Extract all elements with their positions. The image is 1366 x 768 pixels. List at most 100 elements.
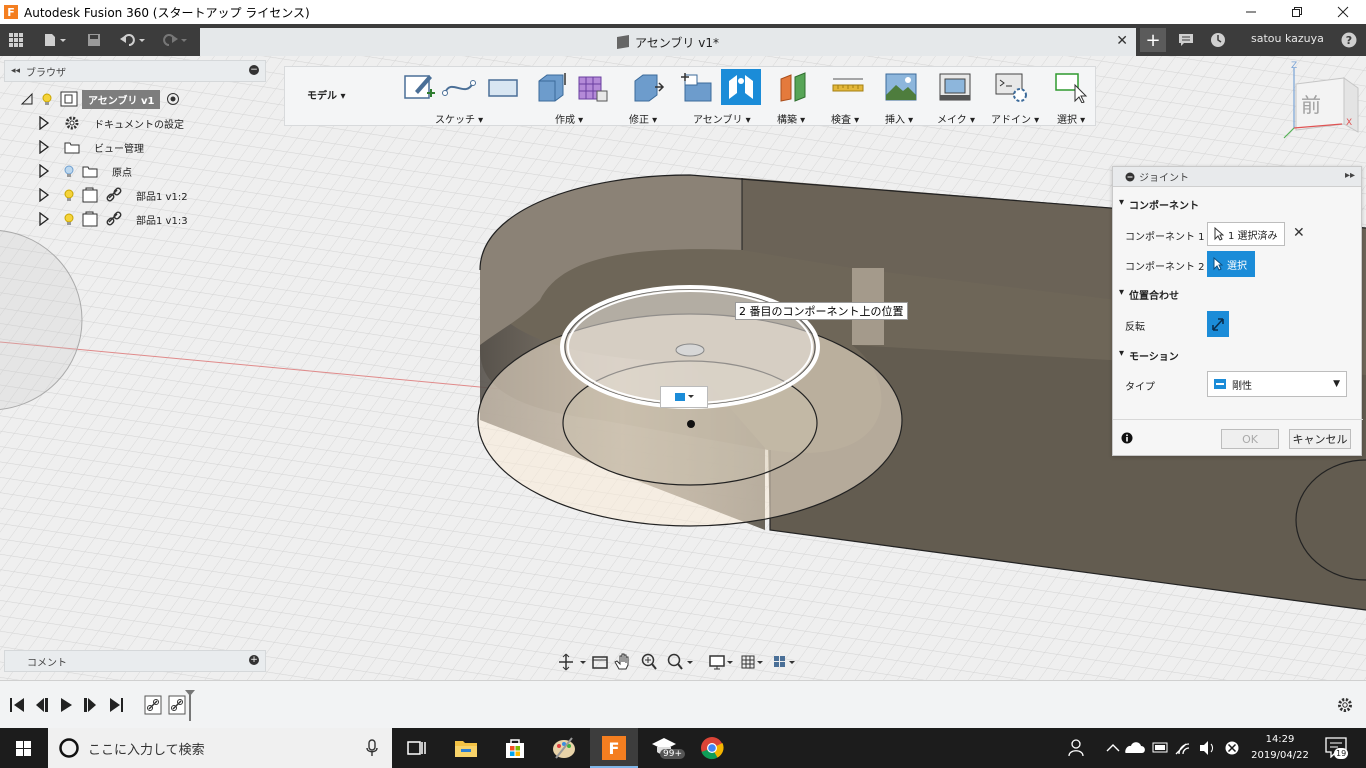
new-tab-button[interactable]: + [1140, 28, 1166, 52]
expand-triangle-icon[interactable] [20, 93, 34, 105]
taskbar-search-box[interactable]: ここに入力して検索 [48, 728, 392, 768]
joint-origin-snap-button[interactable] [660, 386, 708, 408]
timeline-settings-gear-icon[interactable] [1336, 696, 1354, 714]
job-status-button[interactable] [1206, 24, 1230, 56]
chevron-up-icon[interactable] [1106, 744, 1120, 752]
joint-tool-button[interactable] [721, 69, 761, 105]
visibility-bulb-icon[interactable] [64, 165, 74, 178]
onedrive-cloud-icon[interactable] [1125, 742, 1145, 753]
tree-root[interactable]: アセンブリ v1 [20, 88, 180, 110]
ribbon-group-create[interactable]: 作成 ▾ [555, 111, 583, 126]
tree-item-part-2[interactable]: 部品1 v1:2 [38, 184, 188, 206]
expand-triangle-icon[interactable] [38, 140, 50, 154]
tree-item-part-3[interactable]: 部品1 v1:3 [38, 208, 188, 230]
taskbar-mail-button[interactable]: 99+ [648, 732, 688, 766]
info-icon[interactable] [1121, 432, 1133, 444]
ribbon-group-insert[interactable]: 挿入 ▾ [885, 111, 913, 126]
ribbon-group-sketch[interactable]: スケッチ ▾ [435, 111, 483, 126]
tree-item-origin[interactable]: 原点 [38, 160, 132, 182]
start-windows-icon[interactable] [0, 728, 48, 768]
measure-icon[interactable] [829, 71, 865, 103]
people-icon[interactable] [1064, 734, 1092, 762]
taskbar-clock[interactable]: 14:29 2019/04/22 [1248, 732, 1312, 764]
microphone-icon[interactable] [366, 739, 378, 757]
restore-button[interactable] [1274, 0, 1320, 24]
comments-header[interactable]: コメント + [4, 650, 266, 672]
ribbon-group-modify[interactable]: 修正 ▾ [629, 111, 657, 126]
paint-palette-icon[interactable] [550, 734, 578, 762]
user-name[interactable]: satou kazuya [1251, 32, 1324, 45]
notifications-button[interactable] [1174, 24, 1198, 56]
tree-item-doc-settings[interactable]: ドキュメントの設定 [38, 112, 184, 134]
redo-button[interactable] [158, 24, 192, 56]
expand-triangle-icon[interactable] [38, 212, 50, 226]
expand-triangle-icon[interactable] [38, 116, 50, 130]
browser-header[interactable]: ◂◂ ブラウザ − [4, 60, 266, 82]
battery-icon[interactable] [1152, 742, 1168, 753]
collapse-dialog-icon[interactable] [1125, 172, 1135, 182]
ime-off-icon[interactable] [1225, 741, 1239, 755]
display-settings-icon[interactable] [709, 655, 733, 670]
visibility-bulb-icon[interactable] [64, 213, 74, 226]
workspace-mode-dropdown[interactable]: モデル ▾ [307, 87, 346, 102]
orbit-icon[interactable] [559, 653, 586, 671]
clear-component1-button[interactable]: ✕ [1293, 225, 1305, 241]
chrome-icon[interactable] [698, 734, 726, 762]
fit-icon[interactable] [667, 653, 694, 670]
joint-dialog-header[interactable]: ジョイント ▸▸ [1113, 167, 1361, 187]
timeline-joint-feature-icon[interactable] [168, 695, 186, 715]
save-button[interactable] [84, 24, 104, 56]
activate-radio-icon[interactable] [166, 92, 180, 106]
go-to-end-icon[interactable] [110, 698, 123, 712]
ribbon-group-select[interactable]: 選択 ▾ [1057, 111, 1085, 126]
store-icon[interactable] [501, 734, 529, 762]
grid-settings-icon[interactable] [741, 655, 763, 669]
close-tab-button[interactable]: ✕ [1116, 33, 1128, 49]
taskbar-fusion-button[interactable]: F [590, 728, 638, 768]
action-center-button[interactable]: 19 [1320, 734, 1356, 762]
ribbon-group-addins[interactable]: アドイン ▾ [991, 111, 1039, 126]
timeline-marker-icon[interactable] [185, 690, 195, 721]
look-at-icon[interactable] [592, 656, 608, 669]
help-button[interactable]: ? [1338, 24, 1360, 56]
play-icon[interactable] [61, 698, 72, 712]
zoom-icon[interactable] [641, 653, 657, 670]
step-back-icon[interactable] [36, 698, 48, 712]
rectangle-icon[interactable] [485, 71, 521, 103]
visibility-bulb-icon[interactable] [64, 189, 74, 202]
viewcube-face-label[interactable]: 前 [1301, 89, 1321, 118]
new-component-icon[interactable] [679, 71, 715, 103]
tree-item-view-manager[interactable]: ビュー管理 [38, 136, 144, 158]
volume-icon[interactable] [1200, 741, 1213, 755]
add-comment-button[interactable]: + [249, 655, 259, 665]
cancel-button[interactable]: キャンセル [1289, 429, 1351, 449]
minimize-button[interactable] [1228, 0, 1274, 24]
collapse-icon[interactable]: ◂◂ [11, 66, 20, 76]
insert-image-icon[interactable] [883, 71, 919, 103]
file-explorer-icon[interactable] [452, 734, 480, 762]
flip-button[interactable] [1207, 311, 1229, 337]
viewports-icon[interactable] [774, 656, 795, 667]
pan-hand-icon[interactable] [614, 653, 629, 670]
expand-triangle-icon[interactable] [38, 188, 50, 202]
form-icon[interactable] [575, 71, 611, 103]
ok-button[interactable]: OK [1221, 429, 1279, 449]
step-forward-icon[interactable] [84, 698, 96, 712]
extrude-icon[interactable] [533, 71, 569, 103]
component2-select-button[interactable]: 選択 [1207, 251, 1255, 277]
create-sketch-icon[interactable] [401, 71, 437, 103]
scripts-addins-icon[interactable] [993, 71, 1029, 103]
component1-select-button[interactable]: 1 選択済み [1207, 222, 1285, 246]
browser-collapse-button[interactable]: − [249, 65, 259, 75]
file-menu-button[interactable] [38, 24, 72, 56]
expand-dialog-icon[interactable]: ▸▸ [1345, 170, 1355, 181]
document-tab[interactable]: アセンブリ v1* ✕ [200, 28, 1136, 56]
close-window-button[interactable] [1320, 0, 1366, 24]
undo-button[interactable] [116, 24, 150, 56]
offset-plane-icon[interactable] [775, 71, 811, 103]
ribbon-group-inspect[interactable]: 検査 ▾ [831, 111, 859, 126]
expand-triangle-icon[interactable] [38, 164, 50, 178]
task-view-icon[interactable] [402, 734, 430, 762]
select-icon[interactable] [1053, 71, 1089, 103]
app-grid-button[interactable] [4, 24, 28, 56]
